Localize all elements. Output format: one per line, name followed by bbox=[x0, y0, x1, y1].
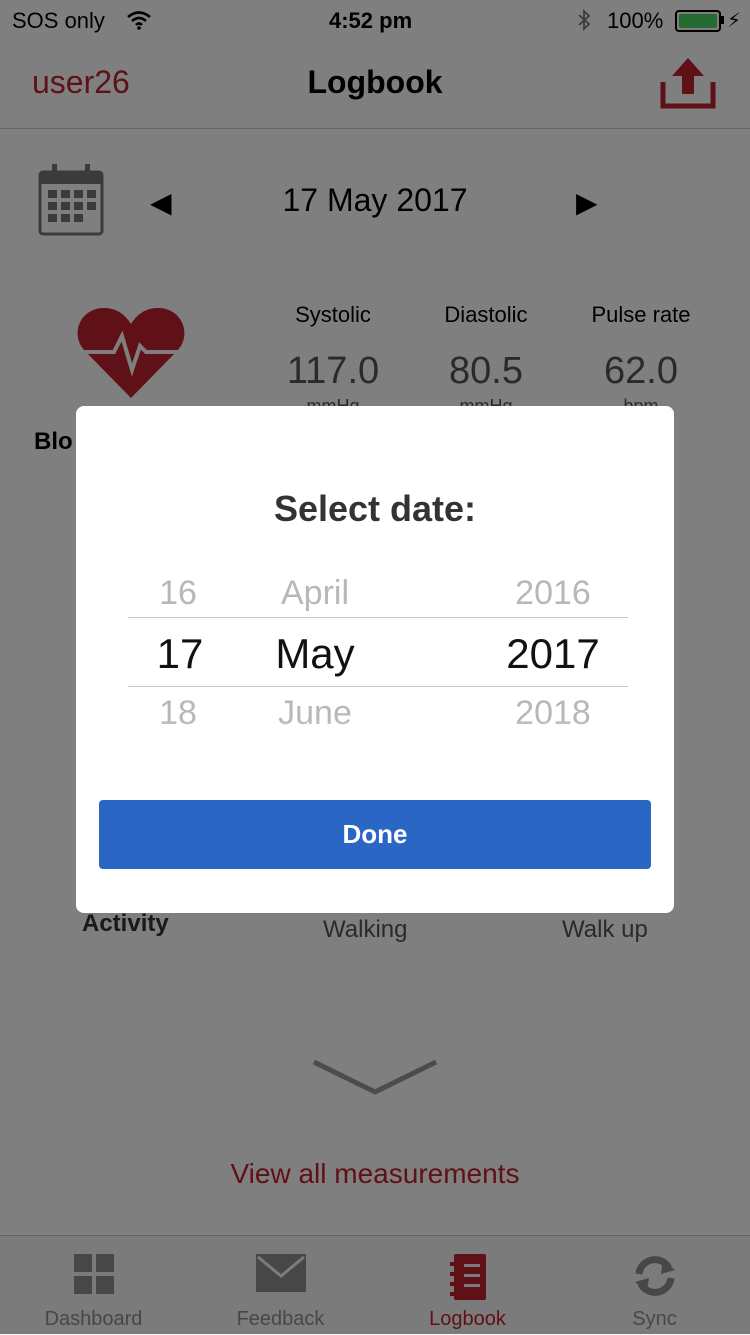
date-picker-dialog: Select date: 15 16 17 18 April May June … bbox=[76, 406, 674, 913]
day-selected[interactable]: 17 bbox=[128, 630, 232, 678]
selection-line-bottom bbox=[128, 686, 628, 687]
year-selected[interactable]: 2017 bbox=[478, 630, 628, 678]
selection-line-top bbox=[128, 617, 628, 618]
month-selected[interactable]: May bbox=[240, 630, 390, 678]
done-button[interactable]: Done bbox=[99, 800, 651, 869]
date-picker-title: Select date: bbox=[273, 488, 477, 529]
date-picker-wheel[interactable]: 15 16 17 18 April May June 2016 2017 201… bbox=[128, 550, 628, 750]
